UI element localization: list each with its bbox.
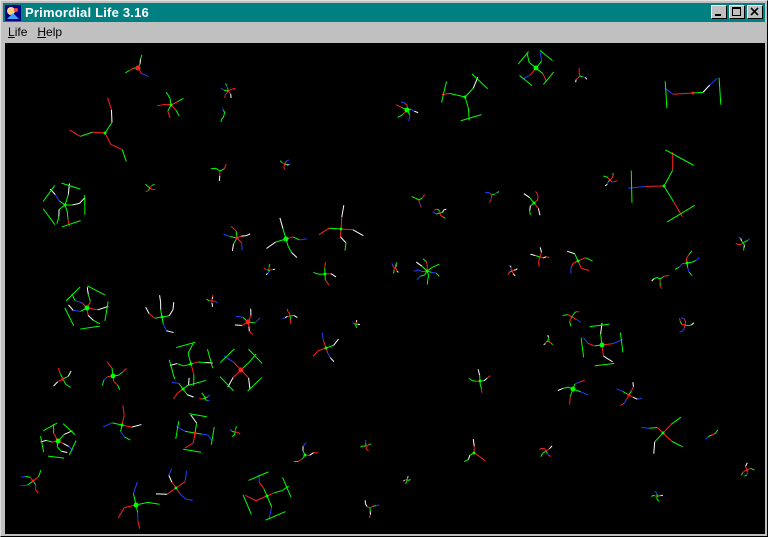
- organism: [312, 332, 339, 362]
- maximize-icon: [732, 7, 741, 16]
- organism: [543, 335, 554, 346]
- organism: [234, 308, 261, 335]
- organism: [523, 191, 541, 216]
- organism: [603, 172, 618, 187]
- organism: [391, 262, 399, 274]
- organism: [175, 413, 215, 453]
- organism: [206, 294, 218, 307]
- organism: [562, 311, 581, 327]
- organism: [266, 217, 308, 258]
- organism: [396, 101, 419, 122]
- organism: [352, 319, 361, 328]
- organism: [651, 274, 670, 289]
- organism: [705, 429, 719, 440]
- organism: [678, 317, 695, 333]
- organism: [432, 208, 447, 219]
- organism: [507, 265, 518, 277]
- organism: [735, 236, 750, 251]
- organism: [124, 54, 149, 77]
- menu-life[interactable]: Life: [3, 25, 32, 39]
- organism: [69, 97, 127, 162]
- organism: [282, 308, 298, 325]
- organism: [674, 250, 700, 276]
- window-controls: [709, 5, 763, 19]
- close-button[interactable]: [747, 5, 763, 19]
- organism: [220, 83, 236, 98]
- organism: [279, 159, 291, 170]
- organism: [157, 91, 184, 118]
- menu-help-accel: H: [37, 25, 47, 39]
- organism: [628, 149, 695, 223]
- organism: [484, 191, 500, 203]
- organism: [40, 422, 77, 459]
- minimize-icon: [715, 14, 721, 16]
- organism: [293, 442, 319, 463]
- organism: [575, 68, 588, 83]
- organism: [242, 471, 292, 521]
- organism: [168, 341, 214, 387]
- organism: [360, 439, 372, 452]
- organism: [145, 295, 175, 334]
- organism: [263, 263, 275, 275]
- organism: [364, 500, 380, 518]
- organism: [318, 205, 364, 251]
- menu-help-label: elp: [46, 25, 63, 39]
- menu-life-accel: L: [8, 25, 15, 39]
- simulation-view: [20, 49, 755, 529]
- simulation-canvas[interactable]: [5, 43, 765, 534]
- organism: [403, 475, 411, 484]
- close-icon: [750, 7, 759, 16]
- primordial-life-app-icon: [5, 4, 21, 21]
- organism: [219, 348, 263, 392]
- organism: [229, 426, 241, 437]
- organism: [616, 382, 642, 406]
- organism: [102, 405, 142, 441]
- title-bar[interactable]: Primordial Life 3.16: [3, 3, 765, 22]
- organism: [411, 194, 426, 208]
- organism: [463, 439, 486, 463]
- organism: [441, 73, 489, 122]
- organism: [53, 367, 72, 388]
- organism: [155, 468, 193, 501]
- organism: [64, 285, 109, 330]
- organism: [566, 250, 593, 274]
- menu-life-label: ife: [14, 25, 28, 39]
- organism: [313, 261, 337, 286]
- organism: [20, 470, 42, 494]
- organism: [199, 392, 211, 402]
- organism: [557, 379, 589, 405]
- organism: [210, 163, 227, 182]
- organism: [580, 323, 624, 367]
- menu-help[interactable]: Help: [32, 25, 67, 39]
- organism: [42, 182, 86, 228]
- organism: [517, 49, 555, 87]
- window-title: Primordial Life 3.16: [25, 5, 149, 20]
- maximize-button[interactable]: [729, 5, 745, 19]
- minimize-button[interactable]: [711, 5, 727, 19]
- menu-bar: Life Help: [3, 23, 765, 41]
- organism: [539, 445, 553, 457]
- organism: [413, 258, 440, 285]
- organism: [220, 107, 226, 122]
- organism: [641, 416, 683, 454]
- organism: [468, 369, 491, 393]
- organism: [664, 77, 722, 109]
- organism: [101, 361, 127, 390]
- organism: [171, 377, 194, 400]
- organism: [117, 481, 160, 529]
- organism: [740, 462, 755, 477]
- organism: [651, 491, 663, 502]
- organism: [223, 225, 251, 252]
- organism: [145, 183, 156, 193]
- organism: [530, 247, 550, 267]
- app-window: Primordial Life 3.16 Life Help: [0, 0, 768, 537]
